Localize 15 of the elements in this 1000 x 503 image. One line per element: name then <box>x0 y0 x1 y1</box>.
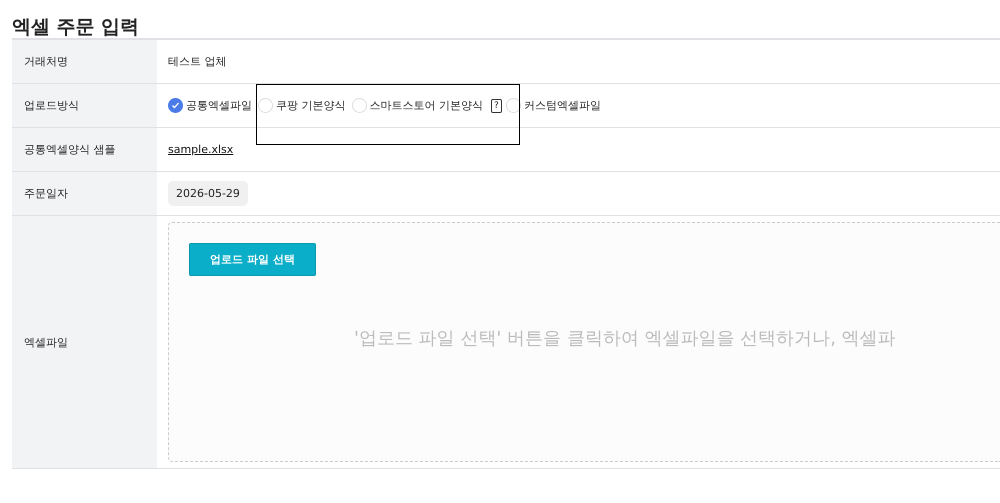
drop-hint: '업로드 파일 선택' 버튼을 클릭하여 엑셀파일을 선택하거나, 엑셀파 <box>354 327 897 350</box>
field-label: 주문일자 <box>12 172 157 215</box>
field-label: 업로드방식 <box>12 84 157 127</box>
radio-option[interactable]: 공통엑셀파일 <box>168 98 252 113</box>
help-icon[interactable]: ? <box>491 98 502 112</box>
sample-file-link[interactable]: sample.xlsx <box>168 143 234 156</box>
company-name: 테스트 업체 <box>168 54 226 69</box>
field-label: 공통엑셀양식 샘플 <box>12 128 157 171</box>
page-title: 엑셀 주문 입력 <box>11 15 140 38</box>
field-label: 거래처명 <box>12 40 157 83</box>
radio-option[interactable]: 쿠팡 기본양식 <box>258 98 346 113</box>
radio-option[interactable]: 스마트스토어 기본양식 <box>352 98 483 113</box>
field-label: 엑셀파일 <box>12 216 157 468</box>
date-field[interactable]: 2026-05-29 <box>168 181 248 206</box>
radio-option[interactable]: 커스텀엑셀파일 <box>506 98 601 113</box>
